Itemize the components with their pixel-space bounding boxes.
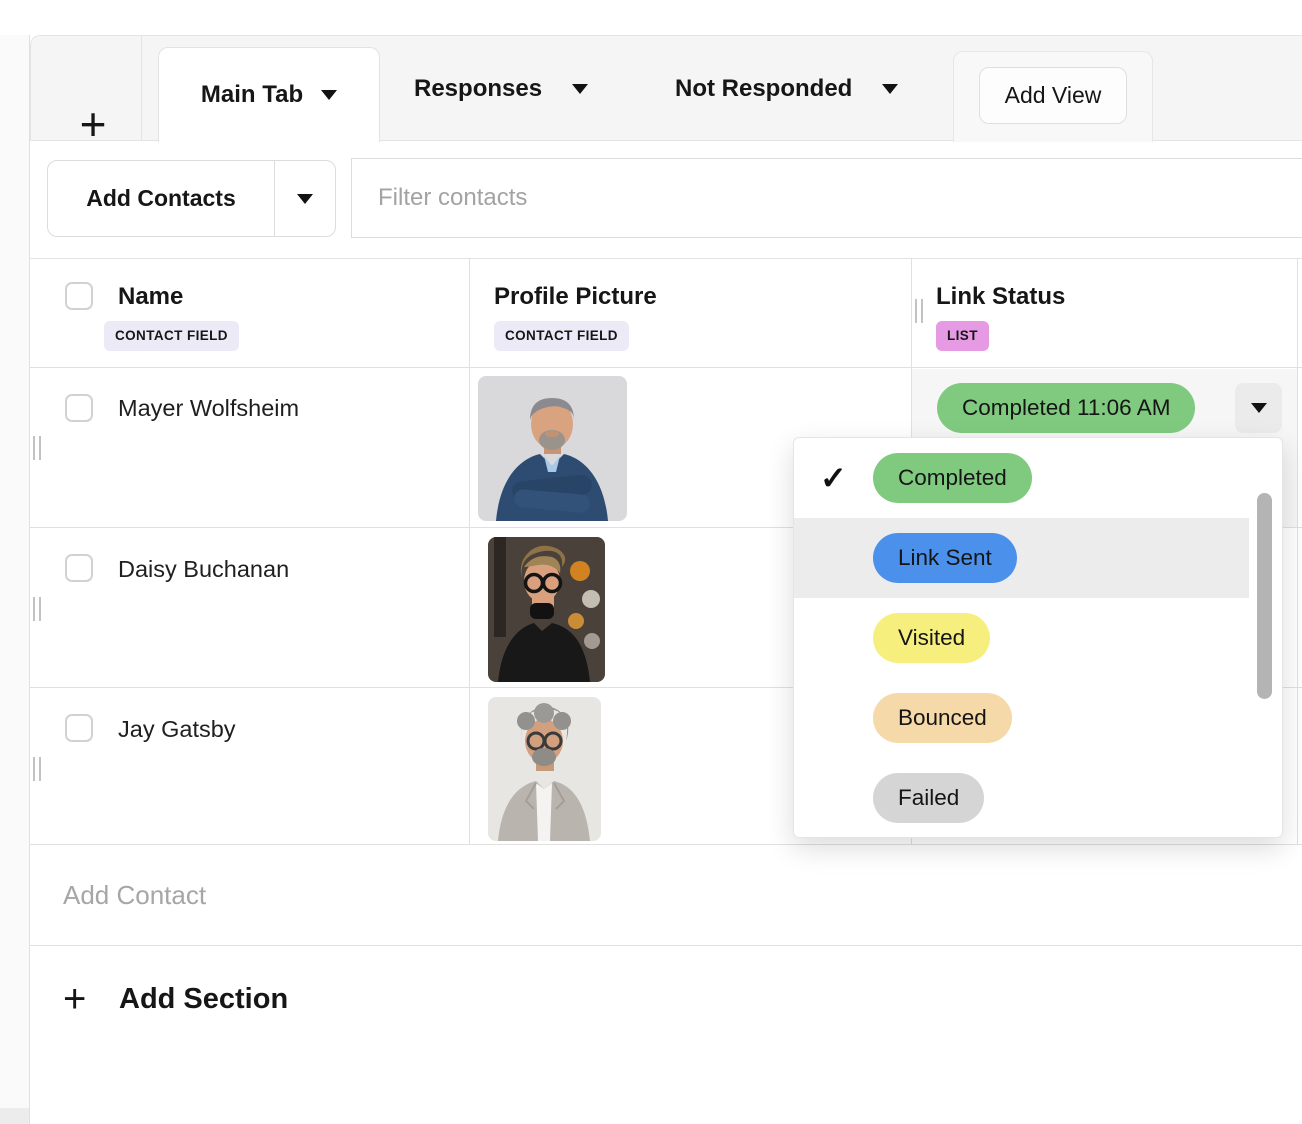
chevron-down-icon [572, 84, 588, 94]
select-all-checkbox[interactable] [65, 282, 93, 310]
column-type-badge: LIST [936, 321, 989, 351]
add-contact-row[interactable]: Add Contact [30, 845, 1302, 946]
status-option-pill: Link Sent [873, 533, 1017, 583]
column-header-link-status[interactable]: Link Status [936, 283, 1065, 311]
profile-photo-cell[interactable] [488, 537, 605, 682]
plus-icon: + [63, 977, 119, 1022]
menu-option-visited[interactable]: Visited [794, 598, 1282, 678]
filter-contacts-input[interactable] [351, 158, 1302, 238]
profile-photo [488, 697, 601, 841]
divider [141, 36, 142, 141]
tab-main-tab[interactable]: Main Tab [158, 47, 380, 142]
column-drag-handle[interactable] [915, 299, 923, 323]
profile-photo-cell[interactable] [488, 697, 601, 841]
menu-option-failed[interactable]: Failed [794, 758, 1282, 838]
contact-name-cell[interactable]: Daisy Buchanan [118, 556, 289, 583]
profile-photo-cell[interactable] [478, 376, 627, 521]
add-section-button[interactable]: + Add Section [30, 946, 1302, 1052]
contacts-app: + Responses Not Responded Add View Main … [0, 0, 1302, 1124]
row-checkbox[interactable] [65, 714, 93, 742]
column-type-badge: CONTACT FIELD [494, 321, 629, 351]
chevron-down-icon [321, 90, 337, 100]
add-contact-placeholder: Add Contact [63, 880, 206, 911]
column-border[interactable] [469, 258, 470, 946]
column-header-name[interactable]: Name [118, 283, 183, 311]
menu-option-bounced[interactable]: Bounced [794, 678, 1282, 758]
tab-not-responded[interactable]: Not Responded [675, 36, 898, 142]
contact-name-cell[interactable]: Jay Gatsby [118, 716, 236, 743]
row-checkbox[interactable] [65, 394, 93, 422]
table-header [30, 258, 1302, 368]
menu-option-completed[interactable]: ✓ Completed [794, 438, 1282, 518]
tab-label: Responses [414, 75, 542, 103]
link-status-dropdown-menu: ✓ Completed Link Sent Visited Bounced Fa… [793, 437, 1283, 838]
tab-responses[interactable]: Responses [414, 36, 588, 142]
status-dropdown-button[interactable] [1235, 383, 1282, 433]
left-gutter [0, 35, 30, 1124]
column-type-badge: CONTACT FIELD [104, 321, 239, 351]
row-drag-handle[interactable] [33, 436, 41, 460]
plus-icon: + [80, 97, 107, 151]
status-option-pill: Failed [873, 773, 984, 823]
tab-label: Main Tab [201, 81, 303, 109]
add-view-button[interactable]: Add View [979, 67, 1127, 124]
chevron-down-icon [882, 84, 898, 94]
profile-photo [488, 537, 605, 682]
scroll-corner [0, 1108, 29, 1124]
column-border[interactable] [1297, 258, 1298, 845]
status-option-pill: Completed [873, 453, 1032, 503]
status-option-pill: Visited [873, 613, 990, 663]
caret-down-icon [1251, 403, 1267, 413]
status-option-pill: Bounced [873, 693, 1012, 743]
menu-scrollbar-thumb[interactable] [1257, 493, 1272, 699]
caret-down-icon [297, 194, 313, 204]
check-icon: ✓ [820, 459, 873, 497]
profile-photo [478, 376, 627, 521]
menu-option-link-sent[interactable]: Link Sent [794, 518, 1249, 598]
add-section-label: Add Section [119, 983, 288, 1016]
row-drag-handle[interactable] [33, 597, 41, 621]
add-contacts-button[interactable]: Add Contacts [48, 161, 274, 236]
column-header-profile-picture[interactable]: Profile Picture [494, 283, 657, 311]
add-contacts-menu-button[interactable] [274, 161, 335, 236]
row-checkbox[interactable] [65, 554, 93, 582]
row-drag-handle[interactable] [33, 757, 41, 781]
add-contacts-split-button[interactable]: Add Contacts [47, 160, 336, 237]
tab-label: Not Responded [675, 75, 852, 103]
add-tab-button[interactable]: + [61, 92, 125, 156]
status-pill[interactable]: Completed 11:06 AM [937, 383, 1195, 433]
contact-name-cell[interactable]: Mayer Wolfsheim [118, 395, 299, 422]
add-view-tab-slot: Add View [953, 51, 1153, 142]
